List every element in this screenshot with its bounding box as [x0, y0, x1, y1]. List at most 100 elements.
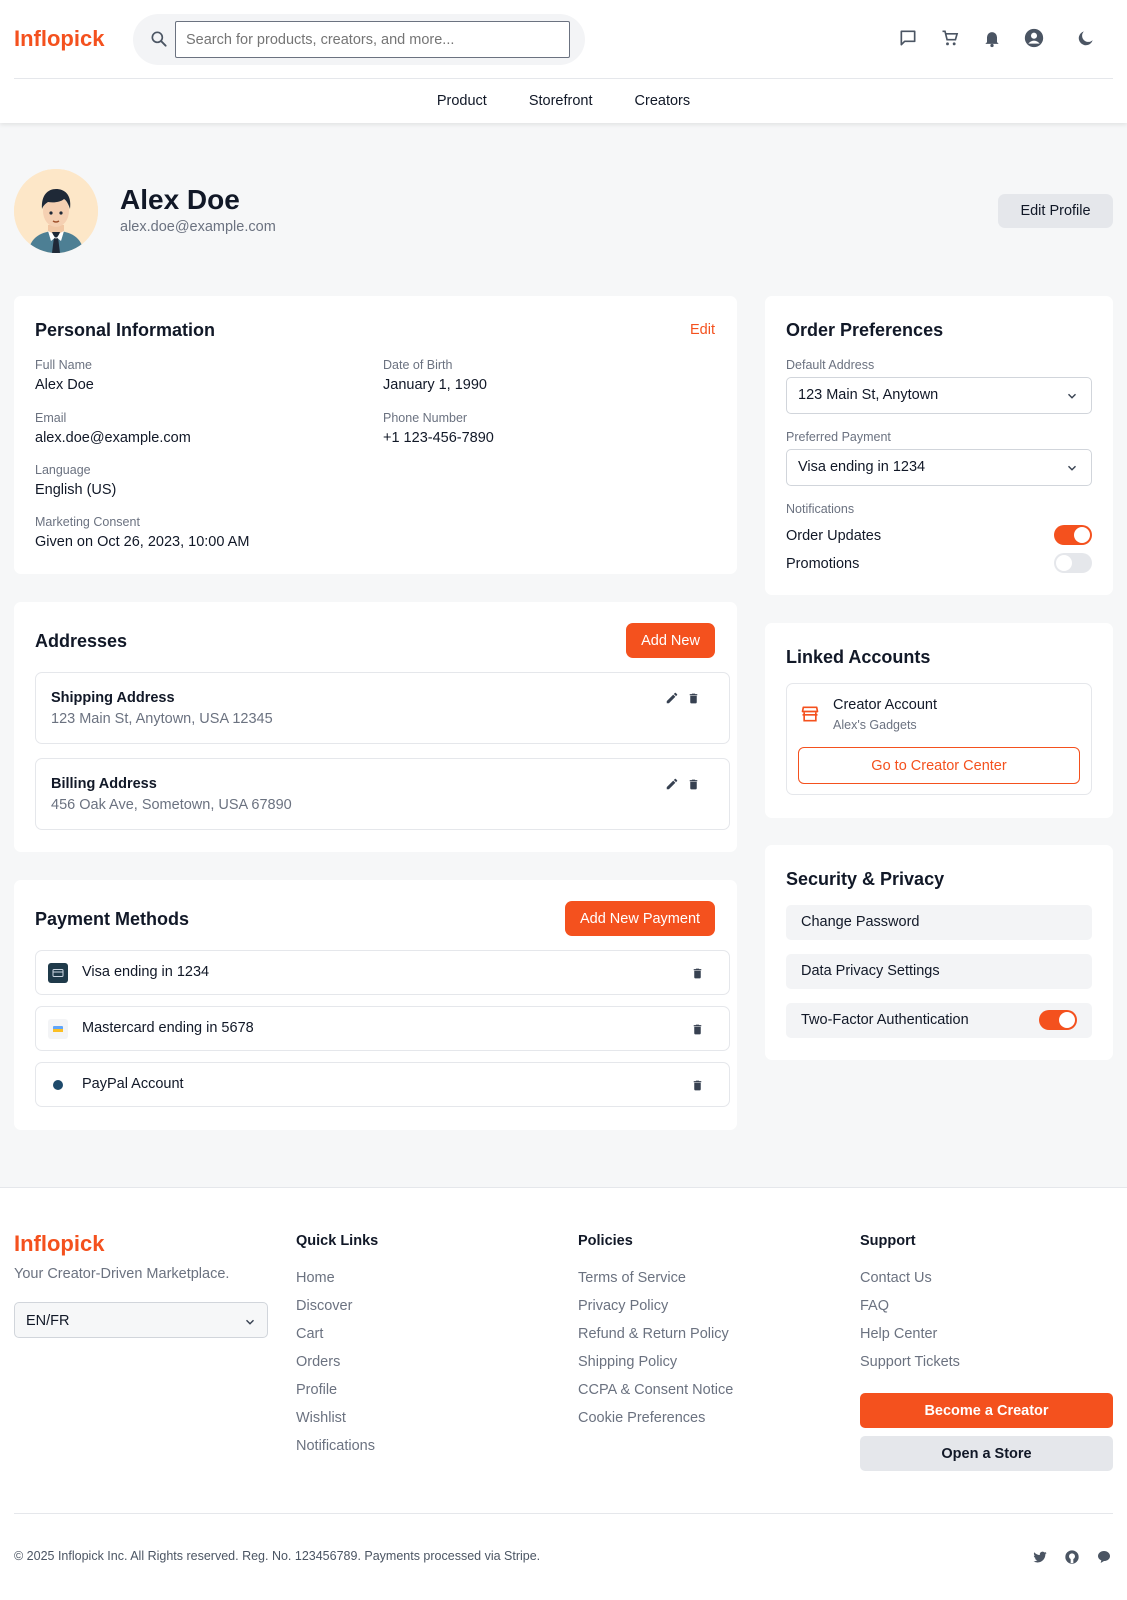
edit-profile-button[interactable]: Edit Profile — [998, 194, 1113, 228]
order-preferences-card: Order Preferences Default Address 123 Ma… — [765, 296, 1113, 595]
address-card-shipping: Shipping Address 123 Main St, Anytown, U… — [35, 672, 730, 744]
header-actions — [887, 24, 1107, 52]
github-icon[interactable] — [1063, 1548, 1081, 1566]
trash-icon[interactable] — [688, 1076, 706, 1094]
footer-link[interactable]: Wishlist — [296, 1409, 378, 1437]
security-title: Security & Privacy — [786, 869, 945, 889]
order-updates-toggle[interactable] — [1054, 525, 1092, 545]
nav-storefront[interactable]: Storefront — [529, 93, 593, 109]
footer-link[interactable]: Notifications — [296, 1437, 378, 1465]
footer-link[interactable]: Refund & Return Policy — [578, 1325, 733, 1353]
trash-icon[interactable] — [688, 964, 706, 982]
copyright: © 2025 Inflopick Inc. All Rights reserve… — [14, 1549, 541, 1563]
default-address-select[interactable]: 123 Main St, Anytown — [786, 377, 1092, 414]
footer-link[interactable]: Terms of Service — [578, 1269, 733, 1297]
footer-link[interactable]: Contact Us — [860, 1269, 960, 1297]
footer-link[interactable]: Privacy Policy — [578, 1297, 733, 1325]
footer-link[interactable]: Home — [296, 1269, 378, 1297]
twitter-icon[interactable] — [1031, 1548, 1049, 1566]
creator-center-button[interactable]: Go to Creator Center — [798, 747, 1080, 784]
sec-row-label: Change Password — [801, 914, 920, 930]
full-name-value: Alex Doe — [35, 377, 94, 393]
add-address-button[interactable]: Add New — [626, 623, 715, 658]
data-privacy-button[interactable]: Data Privacy Settings — [786, 954, 1092, 989]
cart-icon[interactable] — [929, 24, 971, 52]
payment-row: Mastercard ending in 5678 — [35, 1006, 730, 1051]
trash-icon[interactable] — [684, 689, 702, 707]
chevron-down-icon — [1065, 461, 1079, 479]
two-factor-toggle[interactable] — [1039, 1010, 1077, 1030]
address-card-billing: Billing Address 456 Oak Ave, Sometown, U… — [35, 758, 730, 830]
trash-icon[interactable] — [688, 1020, 706, 1038]
card-icon — [48, 1019, 68, 1039]
address-title: Billing Address — [51, 776, 157, 792]
default-address-label: Default Address — [786, 358, 875, 372]
quick-links-title: Quick Links — [296, 1233, 379, 1249]
dob-label: Date of Birth — [383, 358, 453, 372]
change-password-button[interactable]: Change Password — [786, 905, 1092, 940]
footer-link[interactable]: Help Center — [860, 1325, 960, 1353]
support-column: Support Contact Us FAQ Help Center Suppo… — [860, 1233, 960, 1381]
become-creator-button[interactable]: Become a Creator — [860, 1393, 1113, 1428]
select-value: EN/FR — [26, 1313, 70, 1329]
search-icon[interactable] — [149, 29, 169, 49]
account-icon[interactable] — [1013, 24, 1055, 52]
logo[interactable]: Inflopick — [14, 26, 104, 52]
footer-link[interactable]: Support Tickets — [860, 1353, 960, 1381]
chat-bubble-icon[interactable] — [1095, 1548, 1113, 1566]
two-factor-row: Two-Factor Authentication — [786, 1003, 1092, 1038]
email-value: alex.doe@example.com — [35, 430, 191, 446]
chat-icon[interactable] — [887, 24, 929, 52]
order-updates-label: Order Updates — [786, 528, 882, 544]
store-icon — [800, 704, 820, 724]
preferred-payment-select[interactable]: Visa ending in 1234 — [786, 449, 1092, 486]
promotions-toggle[interactable] — [1054, 553, 1092, 573]
nav-creators[interactable]: Creators — [635, 93, 691, 109]
add-payment-button[interactable]: Add New Payment — [565, 901, 715, 936]
personal-info-card: Personal Information Edit Full Name Alex… — [14, 296, 737, 574]
footer-link[interactable]: Shipping Policy — [578, 1353, 733, 1381]
moon-icon[interactable] — [1065, 24, 1107, 52]
open-store-button[interactable]: Open a Store — [860, 1436, 1113, 1471]
sec-row-label: Two-Factor Authentication — [801, 1012, 969, 1028]
footer-link[interactable]: Discover — [296, 1297, 378, 1325]
footer-logo[interactable]: Inflopick — [14, 1231, 104, 1257]
promotions-label: Promotions — [786, 556, 860, 572]
footer-link[interactable]: CCPA & Consent Notice — [578, 1381, 733, 1409]
policies-column: Policies Terms of Service Privacy Policy… — [578, 1233, 733, 1437]
profile-name: Alex Doe — [120, 184, 240, 215]
chevron-down-icon — [243, 1315, 257, 1333]
footer-link[interactable]: Cart — [296, 1325, 378, 1353]
dob-value: January 1, 1990 — [383, 377, 487, 393]
linked-account-box: Creator Account Alex's Gadgets Go to Cre… — [786, 683, 1092, 795]
payment-row: Visa ending in 1234 — [35, 950, 730, 995]
linked-accounts-card: Linked Accounts Creator Account Alex's G… — [765, 623, 1113, 818]
language-select[interactable]: EN/FR — [14, 1302, 268, 1338]
footer-tagline: Your Creator-Driven Marketplace. — [14, 1266, 230, 1282]
social-links — [1031, 1548, 1113, 1566]
personal-info-edit-link[interactable]: Edit — [690, 322, 715, 338]
payment-methods-card: Payment Methods Add New Payment Visa end… — [14, 880, 737, 1130]
linked-account-title: Creator Account — [833, 697, 937, 713]
profile-email: alex.doe@example.com — [120, 219, 276, 235]
footer-link[interactable]: Orders — [296, 1353, 378, 1381]
edit-pencil-icon[interactable] — [663, 775, 681, 793]
paypal-icon — [48, 1075, 68, 1095]
consent-value: Given on Oct 26, 2023, 10:00 AM — [35, 534, 250, 550]
footer-link[interactable]: Profile — [296, 1381, 378, 1409]
addresses-title: Addresses — [35, 631, 128, 651]
edit-pencil-icon[interactable] — [663, 689, 681, 707]
linked-accounts-title: Linked Accounts — [786, 647, 931, 667]
search-input[interactable] — [175, 21, 570, 58]
footer-link[interactable]: FAQ — [860, 1297, 960, 1325]
bell-icon[interactable] — [971, 24, 1013, 52]
order-preferences-title: Order Preferences — [786, 320, 944, 340]
trash-icon[interactable] — [684, 775, 702, 793]
language-label: Language — [35, 463, 91, 477]
policies-title: Policies — [578, 1233, 633, 1249]
select-value: 123 Main St, Anytown — [798, 387, 939, 403]
nav-product[interactable]: Product — [437, 93, 487, 109]
address-text: 123 Main St, Anytown, USA 12345 — [51, 711, 273, 727]
footer-link[interactable]: Cookie Preferences — [578, 1409, 733, 1437]
card-icon — [48, 963, 68, 983]
